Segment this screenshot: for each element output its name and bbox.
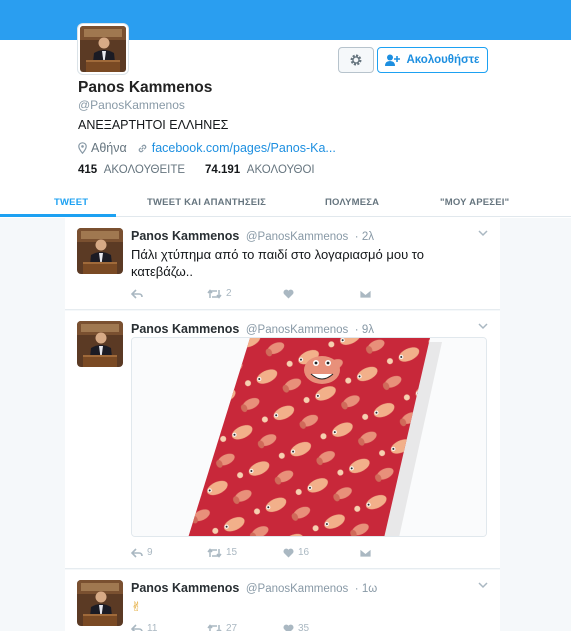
tab-tweets-and-replies[interactable]: TWEET ΚΑΙ ΑΠΑΝΤΗΣΕΙΣ	[147, 197, 266, 208]
tweet-header: Panos Kammenos @PanosKammenos · 2λ	[131, 229, 374, 243]
following-label: ΑΚΟΛΟΥΘΕΙΤΕ	[103, 164, 186, 176]
tie-pattern-image	[132, 338, 486, 536]
retweet-icon	[207, 623, 222, 631]
tab-tweets[interactable]: TWEET	[54, 197, 88, 208]
tweet-avatar[interactable]	[77, 580, 123, 626]
active-tab-indicator	[0, 214, 116, 217]
chevron-down-icon[interactable]	[478, 230, 488, 237]
chevron-down-icon[interactable]	[478, 582, 488, 589]
like-count: 16	[298, 547, 310, 558]
dm-action[interactable]	[359, 547, 435, 558]
reply-action[interactable]: 11	[131, 623, 207, 631]
tweet[interactable]: Panos Kammenos @PanosKammenos · 1ω ✌ 11 …	[65, 570, 500, 631]
reply-action[interactable]: 9	[131, 547, 207, 558]
reply-icon	[131, 547, 143, 558]
profile-location-text: Αθήνα	[91, 141, 127, 155]
tweet-media-image[interactable]	[131, 337, 487, 537]
profile-meta: Αθήνα facebook.com/pages/Panos-Ka...	[78, 141, 336, 155]
add-user-icon	[385, 54, 401, 66]
tweet-author-name[interactable]: Panos Kammenos	[131, 229, 239, 243]
follow-button-label: Ακολουθήστε	[406, 54, 480, 66]
profile-bio: ΑΝΕΞΑΡΤΗΤΟΙ ΕΛΛΗΝΕΣ	[78, 118, 229, 132]
following-count: 415	[78, 164, 98, 176]
tweet-actions: 9 15 16	[131, 547, 435, 558]
dm-icon	[359, 289, 372, 298]
tweet-avatar[interactable]	[77, 228, 123, 274]
tweet-time[interactable]: · 1ω	[355, 583, 377, 595]
profile-location: Αθήνα	[78, 141, 127, 155]
retweet-action[interactable]: 2	[207, 288, 283, 299]
reply-icon	[131, 623, 143, 631]
tweet-text: Πάλι χτύπημα από το παιδί στο λογαριασμό…	[131, 247, 424, 279]
dm-action[interactable]	[359, 288, 435, 299]
chevron-down-icon[interactable]	[478, 323, 488, 330]
tweet-time[interactable]: · 2λ	[355, 231, 374, 243]
settings-button[interactable]	[338, 47, 374, 73]
like-icon	[283, 289, 294, 298]
retweet-icon	[207, 547, 222, 558]
tab-media[interactable]: ΠΟΛΥΜΕΣΑ	[325, 197, 379, 208]
like-action[interactable]: 35	[283, 623, 359, 631]
dm-icon	[359, 548, 372, 557]
like-icon	[283, 624, 294, 631]
like-action[interactable]: 16	[283, 547, 359, 558]
like-count: 35	[298, 623, 310, 631]
tweet-text: ✌	[131, 599, 142, 614]
profile-name: Panos Kammenos	[78, 79, 213, 96]
tweet[interactable]: Panos Kammenos @PanosKammenos · 2λ Πάλι …	[65, 218, 500, 310]
reply-count: 11	[147, 623, 158, 631]
following-stat[interactable]: 415 ΑΚΟΛΟΥΘΕΙΤΕ	[78, 164, 185, 176]
reply-count: 9	[147, 547, 153, 558]
retweet-count: 2	[226, 288, 232, 299]
follow-button[interactable]: Ακολουθήστε	[377, 47, 488, 73]
followers-label: ΑΚΟΛΟΥΘΟΙ	[246, 164, 315, 176]
profile-avatar[interactable]	[78, 24, 128, 74]
tweet-author-handle: @PanosKammenos	[245, 231, 349, 243]
retweet-icon	[207, 288, 222, 299]
tweet-actions: 2	[131, 288, 435, 299]
retweet-count: 27	[226, 623, 238, 631]
tweet-author-handle: @PanosKammenos	[245, 583, 349, 595]
tweet-avatar[interactable]	[77, 321, 123, 367]
tweet-author-name[interactable]: Panos Kammenos	[131, 322, 239, 336]
tweet-author-name[interactable]: Panos Kammenos	[131, 581, 239, 595]
followers-stat[interactable]: 74.191 ΑΚΟΛΟΥΘΟΙ	[205, 164, 315, 176]
tweet-time[interactable]: · 9λ	[355, 324, 374, 336]
like-icon	[283, 548, 294, 557]
tweet[interactable]: Panos Kammenos @PanosKammenos · 9λ 9 15 …	[65, 311, 500, 569]
tweet-header: Panos Kammenos @PanosKammenos · 1ω	[131, 581, 377, 595]
reply-action[interactable]	[131, 288, 207, 299]
followers-count: 74.191	[205, 164, 241, 176]
link-icon	[138, 144, 147, 152]
like-action[interactable]	[283, 288, 359, 299]
tweet-author-handle: @PanosKammenos	[245, 324, 349, 336]
tab-likes[interactable]: "ΜΟΥ ΑΡΕΣΕΙ"	[440, 197, 509, 208]
gear-icon	[350, 54, 362, 66]
profile-stats: 415 ΑΚΟΛΟΥΘΕΙΤΕ 74.191 ΑΚΟΛΟΥΘΟΙ	[78, 164, 315, 176]
tweet-actions: 11 27 35	[131, 623, 359, 631]
profile-link-text[interactable]: facebook.com/pages/Panos-Ka...	[152, 141, 336, 155]
profile-link[interactable]: facebook.com/pages/Panos-Ka...	[137, 141, 336, 155]
profile-handle[interactable]: @PanosKammenos	[78, 98, 185, 112]
tweet-header: Panos Kammenos @PanosKammenos · 9λ	[131, 322, 374, 336]
reply-icon	[131, 288, 143, 299]
location-icon	[78, 142, 87, 154]
retweet-count: 15	[226, 547, 238, 558]
retweet-action[interactable]: 15	[207, 547, 283, 558]
retweet-action[interactable]: 27	[207, 623, 283, 631]
profile-tabs: TWEET TWEET ΚΑΙ ΑΠΑΝΤΗΣΕΙΣ ΠΟΛΥΜΕΣΑ "ΜΟΥ…	[0, 188, 571, 217]
